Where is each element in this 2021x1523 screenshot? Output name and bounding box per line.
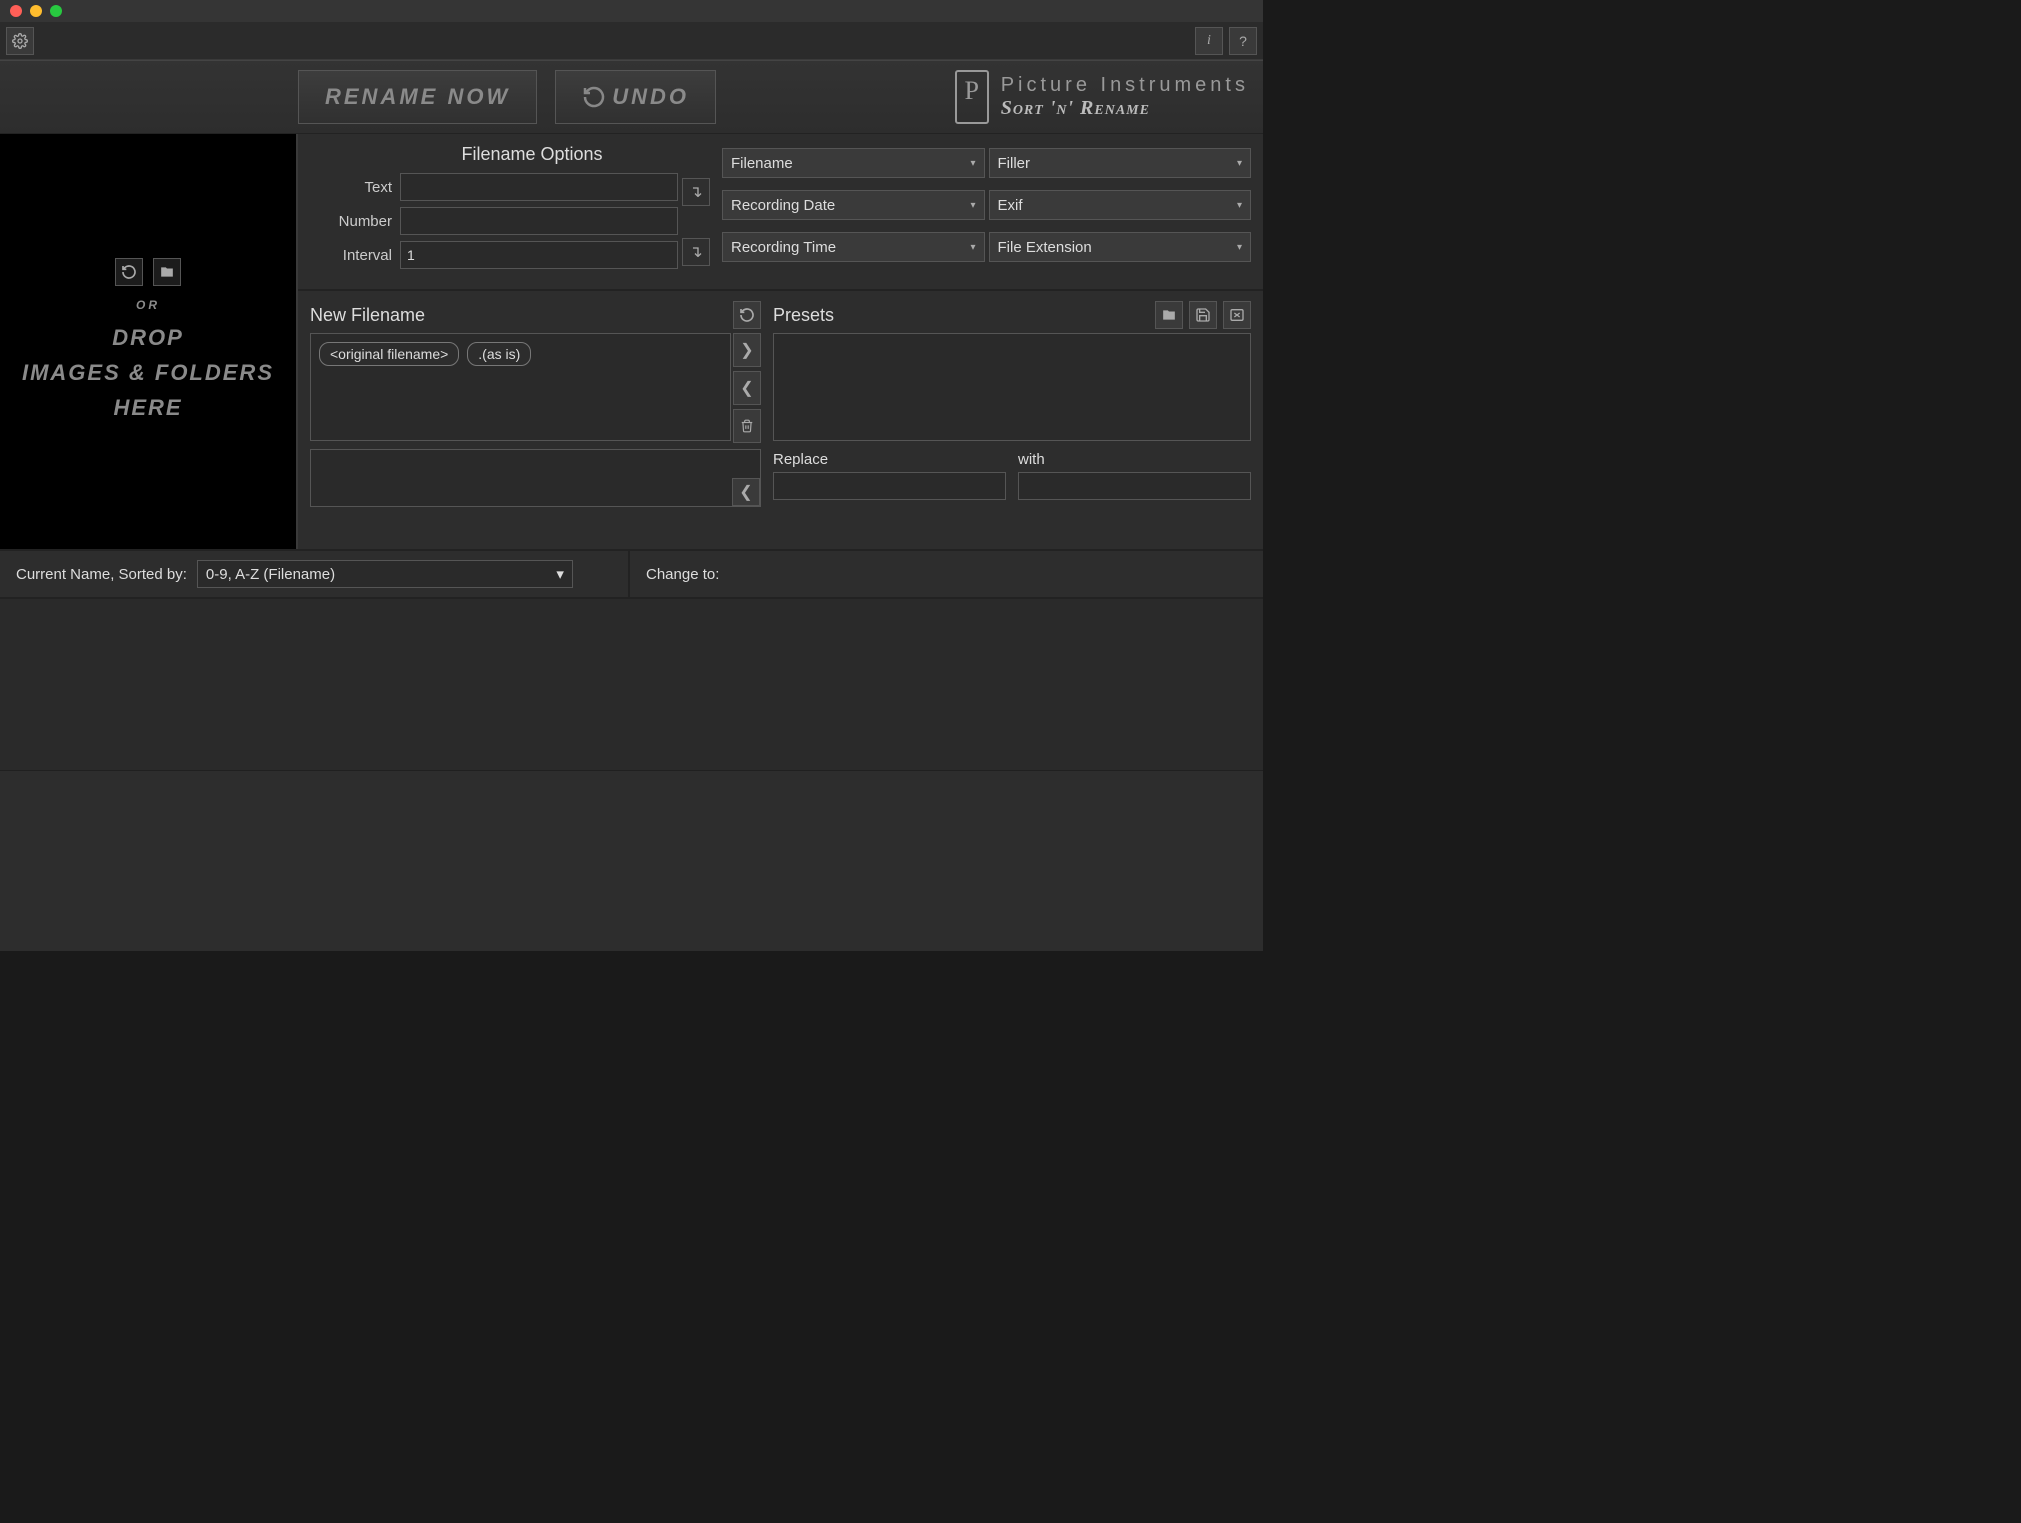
brand-name: Picture Instruments (1001, 74, 1249, 97)
reset-filename-button[interactable] (733, 301, 761, 329)
options-panel: Filename Options Text Number Interval (298, 134, 1263, 549)
token-original-filename[interactable]: <original filename> (319, 342, 459, 366)
replace-label: Replace (773, 451, 1006, 468)
maximize-window-button[interactable] (50, 5, 62, 17)
undo-icon (582, 85, 606, 109)
token-as-is[interactable]: .(as is) (467, 342, 531, 366)
bottom-panel (0, 771, 1263, 951)
selector-label: Recording Date (731, 197, 835, 214)
file-list[interactable] (0, 599, 1263, 771)
trash-icon (740, 418, 754, 434)
brand-logo: P Picture Instruments Sort 'n' Rename (955, 70, 1249, 124)
sort-by-value: 0-9, A-Z (Filename) (206, 566, 335, 583)
selector-label: Filler (998, 155, 1031, 172)
replace-input[interactable] (773, 472, 1006, 500)
selector-label: Filename (731, 155, 793, 172)
chevron-down-icon: ▾ (1237, 158, 1242, 169)
interval-input[interactable] (400, 241, 678, 269)
chevron-down-icon: ▾ (1237, 200, 1242, 211)
chevron-right-icon: ❯ (740, 340, 753, 360)
chevron-down-icon: ▾ (970, 242, 975, 253)
number-label: Number (306, 213, 392, 230)
text-input[interactable] (400, 173, 678, 201)
refresh-icon (121, 264, 137, 280)
token-box[interactable]: <original filename> .(as is) (310, 333, 731, 441)
info-button[interactable]: i (1195, 27, 1223, 55)
gear-icon (12, 33, 28, 49)
number-input[interactable] (400, 207, 678, 235)
save-icon (1195, 307, 1211, 323)
sort-by-label: Current Name, Sorted by: (16, 566, 187, 583)
drop-text-3: HERE (113, 390, 182, 425)
logo-icon: P (955, 70, 989, 124)
help-icon: ? (1239, 33, 1247, 49)
info-icon: i (1207, 33, 1211, 49)
app-window: i ? RENAME NOW UNDO P Picture Instrument… (0, 0, 1263, 951)
token-next-button[interactable]: ❯ (733, 333, 761, 367)
titlebar (0, 0, 1263, 22)
selector-filler[interactable]: Filler ▾ (989, 148, 1252, 178)
drop-browse-button[interactable] (153, 258, 181, 286)
chevron-down-icon: ▾ (556, 565, 564, 583)
new-filename-title: New Filename (310, 305, 733, 326)
rename-now-button[interactable]: RENAME NOW (298, 70, 537, 124)
chevron-down-icon: ▾ (1237, 242, 1242, 253)
sort-by-select[interactable]: 0-9, A-Z (Filename) ▾ (197, 560, 573, 588)
chevron-down-icon: ▾ (970, 158, 975, 169)
presets-title: Presets (773, 305, 1155, 326)
close-window-button[interactable] (10, 5, 22, 17)
drop-or-label: OR (136, 298, 160, 312)
folder-icon (1161, 308, 1177, 322)
insert-arrow-icon: ↴ (689, 182, 702, 202)
interval-label: Interval (306, 247, 392, 264)
settings-button[interactable] (6, 27, 34, 55)
refresh-icon (739, 307, 755, 323)
filename-preview: ❮ (310, 449, 761, 507)
drop-refresh-button[interactable] (115, 258, 143, 286)
insert-text-button[interactable]: ↴ (682, 178, 710, 206)
with-label: with (1018, 451, 1251, 468)
new-filename-section: New Filename <original filename> .(as is… (298, 291, 1263, 519)
folder-icon (159, 265, 175, 279)
selector-exif[interactable]: Exif ▾ (989, 190, 1252, 220)
undo-label: UNDO (612, 84, 689, 110)
undo-button[interactable]: UNDO (555, 70, 716, 124)
selector-label: Exif (998, 197, 1023, 214)
preset-delete-button[interactable] (1223, 301, 1251, 329)
insert-number-button[interactable]: ↴ (682, 238, 710, 266)
chevron-down-icon: ▾ (970, 200, 975, 211)
selector-recording-date[interactable]: Recording Date ▾ (722, 190, 985, 220)
minimize-window-button[interactable] (30, 5, 42, 17)
with-input[interactable] (1018, 472, 1251, 500)
drop-zone[interactable]: OR DROP IMAGES & FOLDERS HERE (0, 134, 298, 549)
main-area: OR DROP IMAGES & FOLDERS HERE Filename O… (0, 134, 1263, 549)
selector-filename[interactable]: Filename ▾ (722, 148, 985, 178)
selector-recording-time[interactable]: Recording Time ▾ (722, 232, 985, 262)
text-label: Text (306, 179, 392, 196)
delete-preset-icon (1229, 307, 1245, 323)
selector-file-extension[interactable]: File Extension ▾ (989, 232, 1252, 262)
token-prev-button[interactable]: ❮ (733, 371, 761, 405)
filename-options-title: Filename Options (386, 144, 678, 165)
chevron-left-icon: ❮ (740, 378, 753, 398)
chevron-left-icon: ❮ (739, 482, 752, 502)
drop-text-2: IMAGES & FOLDERS (22, 355, 274, 390)
sort-bar: Current Name, Sorted by: 0-9, A-Z (Filen… (0, 549, 1263, 599)
selector-label: File Extension (998, 239, 1092, 256)
help-button[interactable]: ? (1229, 27, 1257, 55)
selector-label: Recording Time (731, 239, 836, 256)
preset-save-button[interactable] (1189, 301, 1217, 329)
preview-collapse-button[interactable]: ❮ (732, 478, 760, 506)
presets-list[interactable] (773, 333, 1251, 441)
insert-arrow-icon: ↴ (689, 242, 702, 262)
change-to-label: Change to: (646, 566, 719, 583)
filename-options-section: Filename Options Text Number Interval (298, 134, 1263, 291)
product-name: Sort 'n' Rename (1001, 97, 1249, 120)
preset-open-button[interactable] (1155, 301, 1183, 329)
header-bar: RENAME NOW UNDO P Picture Instruments So… (0, 60, 1263, 134)
token-delete-button[interactable] (733, 409, 761, 443)
top-toolbar: i ? (0, 22, 1263, 60)
drop-text-1: DROP (112, 320, 184, 355)
